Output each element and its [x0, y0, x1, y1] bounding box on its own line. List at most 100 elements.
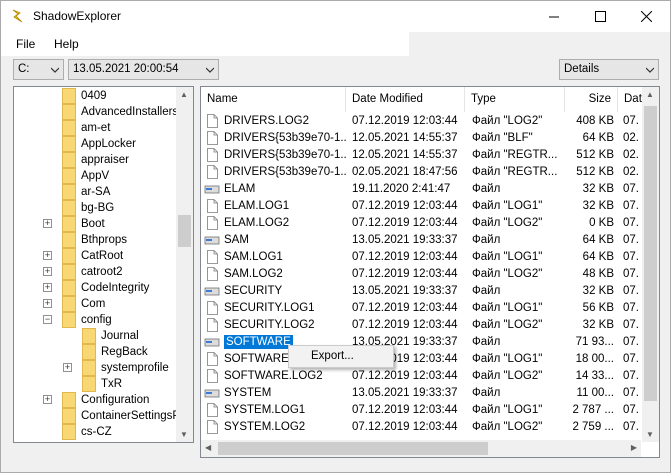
file-row[interactable]: SOFTWARE 07.12.2019 12:03:44 Файл "LOG1" 18…: [201, 351, 641, 368]
file-date-modified: 12.05.2021 14:55:37: [352, 132, 458, 144]
scroll-right-icon[interactable]: ▶: [631, 443, 637, 452]
close-button[interactable]: [623, 1, 669, 32]
file-date: 07.: [623, 336, 639, 348]
expand-icon[interactable]: +: [43, 219, 52, 228]
folder-tree[interactable]: 0409 AdvancedInstallers am-et AppLocker appr…: [13, 86, 194, 443]
collapse-icon[interactable]: −: [43, 315, 52, 324]
tree-item[interactable]: ar-SA: [62, 184, 110, 200]
tree-item[interactable]: Bthprops: [62, 232, 127, 248]
file-size: 56 KB: [582, 302, 614, 314]
list-scroll-thumb[interactable]: [644, 106, 657, 401]
expand-icon[interactable]: +: [43, 395, 52, 404]
list-hscroll-thumb[interactable]: [218, 442, 488, 455]
file-row[interactable]: DRIVERS{53b39e70-1... 12.05.2021 14:55:37…: [201, 147, 641, 164]
file-row[interactable]: SYSTEM.LOG1 07.12.2019 12:03:44 Файл "LOG1…: [201, 402, 641, 419]
file-name: DRIVERS{53b39e70-1...: [224, 166, 346, 178]
minimize-button[interactable]: [531, 1, 577, 32]
menu-help[interactable]: Help: [54, 37, 79, 51]
file-list[interactable]: Name Date Modified Type Size Date DRIVER…: [200, 86, 660, 458]
tree-item[interactable]: Journal: [82, 328, 139, 344]
expand-icon[interactable]: +: [43, 299, 52, 308]
registry-file-icon: [204, 236, 220, 245]
file-type: Файл: [472, 285, 501, 297]
file-date-modified: 07.12.2019 12:03:44: [352, 268, 458, 280]
maximize-button[interactable]: [577, 1, 623, 32]
scroll-up-icon[interactable]: ▲: [646, 90, 655, 99]
snapshot-select[interactable]: 13.05.2021 20:00:54: [68, 59, 219, 80]
file-row[interactable]: ELAM.LOG1 07.12.2019 12:03:44 Файл "LOG1" 3…: [201, 198, 641, 215]
file-row[interactable]: SOFTWARE.LOG2 07.12.2019 12:03:44 Файл "LO…: [201, 368, 641, 385]
tree-item[interactable]: TxR: [82, 376, 122, 392]
file-row[interactable]: SYSTEM 13.05.2021 19:33:37 Файл 11 00... 07.: [201, 385, 641, 402]
file-date-modified: 07.12.2019 12:03:44: [352, 302, 458, 314]
tree-item[interactable]: + Com: [43, 296, 105, 312]
folder-icon: [62, 104, 76, 120]
file-row[interactable]: SECURITY.LOG2 07.12.2019 12:03:44 Файл "LO…: [201, 317, 641, 334]
column-header-size[interactable]: Size: [565, 87, 618, 112]
tree-item[interactable]: 0409: [62, 88, 107, 104]
scroll-down-icon[interactable]: ▼: [180, 430, 189, 439]
tree-item[interactable]: + CatRoot: [43, 248, 123, 264]
column-header-date-modified[interactable]: Date Modified: [346, 87, 465, 112]
file-icon: [207, 420, 218, 434]
expand-icon[interactable]: +: [43, 283, 52, 292]
tree-item[interactable]: AppV: [62, 168, 109, 184]
tree-item[interactable]: ContainerSettingsPro: [62, 408, 190, 424]
file-icon: [207, 131, 218, 145]
tree-item-label: RegBack: [101, 346, 148, 358]
list-hscrollbar[interactable]: ◀ ▶: [201, 440, 641, 457]
file-type: Файл "LOG1": [472, 302, 543, 314]
drive-select[interactable]: C:: [13, 59, 64, 80]
tree-item[interactable]: + CodeIntegrity: [43, 280, 149, 296]
column-header-name[interactable]: Name: [201, 87, 346, 112]
file-row[interactable]: DRIVERS{53b39e70-1... 02.05.2021 18:47:56…: [201, 164, 641, 181]
scroll-left-icon[interactable]: ◀: [205, 443, 211, 452]
file-row[interactable]: SAM.LOG1 07.12.2019 12:03:44 Файл "LOG1" 64…: [201, 249, 641, 266]
file-row[interactable]: SECURITY.LOG1 07.12.2019 12:03:44 Файл "LO…: [201, 300, 641, 317]
file-row[interactable]: SYSTEM.LOG2 07.12.2019 12:03:44 Файл "LOG2…: [201, 419, 641, 436]
file-row[interactable]: SOFTWARE 13.05.2021 19:33:37 Файл 71 93... 0…: [201, 334, 641, 351]
list-vscrollbar[interactable]: ▲ ▼: [642, 87, 659, 442]
tree-item[interactable]: + Boot: [43, 216, 105, 232]
expand-icon[interactable]: +: [43, 251, 52, 260]
chevron-down-icon: [206, 67, 214, 73]
file-date: 07.: [623, 353, 639, 365]
view-select[interactable]: Details: [559, 59, 659, 80]
tree-scroll-thumb[interactable]: [178, 215, 191, 247]
scroll-up-icon[interactable]: ▲: [180, 90, 189, 99]
scroll-down-icon[interactable]: ▼: [646, 430, 655, 439]
file-row[interactable]: SAM 13.05.2021 19:33:37 Файл 64 KB 07.: [201, 232, 641, 249]
tree-item-label: AdvancedInstallers: [81, 106, 179, 118]
tree-item-label: am-et: [81, 122, 111, 134]
file-row[interactable]: ELAM 19.11.2020 2:41:47 Файл 32 KB 07.: [201, 181, 641, 198]
file-row[interactable]: ELAM.LOG2 07.12.2019 12:03:44 Файл "LOG2" 0…: [201, 215, 641, 232]
tree-scrollbar[interactable]: ▲ ▼: [176, 87, 193, 442]
tree-item[interactable]: AppLocker: [62, 136, 136, 152]
file-row[interactable]: DRIVERS{53b39e70-1... 12.05.2021 14:55:37…: [201, 130, 641, 147]
expand-icon[interactable]: +: [43, 267, 52, 276]
expand-icon[interactable]: +: [63, 363, 72, 372]
file-name: DRIVERS{53b39e70-1...: [224, 132, 346, 144]
folder-icon: [62, 200, 76, 216]
file-row[interactable]: SAM.LOG2 07.12.2019 12:03:44 Файл "LOG2" 48…: [201, 266, 641, 283]
tree-item[interactable]: am-et: [62, 120, 110, 136]
file-name: DRIVERS.LOG2: [224, 115, 309, 127]
tree-item[interactable]: + Configuration: [43, 392, 149, 408]
tree-item[interactable]: appraiser: [62, 152, 129, 168]
column-header-type[interactable]: Type: [465, 87, 565, 112]
tree-item[interactable]: RegBack: [82, 344, 148, 360]
file-row[interactable]: DRIVERS.LOG2 07.12.2019 12:03:44 Файл "LOG…: [201, 113, 641, 130]
app-icon: [12, 9, 23, 23]
context-menu-export[interactable]: Export...: [311, 350, 354, 362]
tree-item[interactable]: − config: [43, 312, 112, 328]
tree-item[interactable]: cs-CZ: [62, 424, 112, 440]
tree-item[interactable]: + catroot2: [43, 264, 123, 280]
file-row[interactable]: SECURITY 13.05.2021 19:33:37 Файл 32 KB 07.: [201, 283, 641, 300]
tree-item[interactable]: AdvancedInstallers: [62, 104, 178, 120]
tree-item[interactable]: + systemprofile: [63, 360, 169, 376]
file-name: SAM.LOG2: [224, 268, 283, 280]
tree-item[interactable]: bg-BG: [62, 200, 114, 216]
menu-file[interactable]: File: [16, 37, 35, 51]
file-type: Файл "REGTR...: [472, 149, 558, 161]
tree-item-label: Journal: [101, 330, 139, 342]
